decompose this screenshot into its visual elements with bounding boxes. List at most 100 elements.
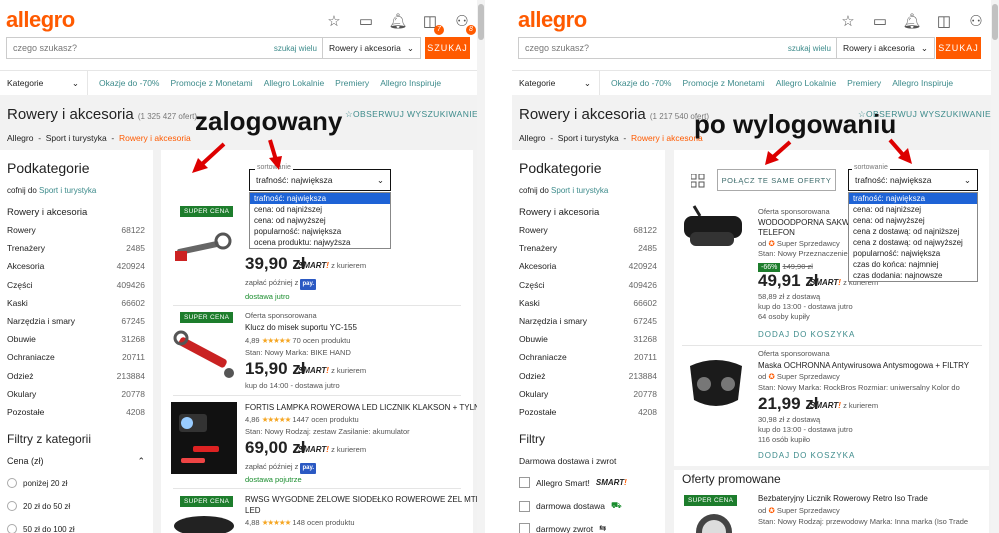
nav-link-deals[interactable]: Okazje do -70% [99, 78, 159, 88]
cart-icon[interactable]: ◫ 7 [421, 12, 444, 35]
category-item[interactable]: Odzież 213884 [7, 371, 145, 389]
sort-option[interactable]: ocena produktu: najwyższa [250, 237, 390, 248]
review-count[interactable]: 70 ocen produktu [292, 336, 350, 345]
cart-icon[interactable]: ◫ [935, 12, 953, 30]
category-item[interactable]: Pozostałe 4208 [519, 407, 657, 425]
sort-option[interactable]: cena z dostawą: od najwyższej [849, 237, 977, 248]
sort-option[interactable]: czas dodania: najnowsze [849, 270, 977, 281]
allegro-logo[interactable]: allegro [518, 7, 587, 33]
scrollbar[interactable] [991, 0, 999, 533]
sort-option[interactable]: cena: od najniższej [849, 204, 977, 215]
nav-link-deals[interactable]: Okazje do -70% [611, 78, 671, 88]
offer-title[interactable]: Bezbateryjny Licznik Rowerowy Retro Iso … [758, 493, 928, 504]
sort-option[interactable]: cena: od najwyższej [250, 215, 390, 226]
grid-view-icon[interactable] [691, 174, 705, 188]
sort-select[interactable]: trafność: największa ⌄ [249, 169, 391, 191]
crumb-current[interactable]: Rowery i akcesoria [631, 133, 703, 143]
review-count[interactable]: 1447 ocen produktu [292, 415, 358, 424]
category-item[interactable]: Kaski 66602 [7, 298, 145, 316]
nav-link-coins[interactable]: Promocje z Monetami [682, 78, 764, 88]
crumb-sport[interactable]: Sport i turystyka [46, 133, 107, 143]
add-to-cart-button[interactable]: DODAJ DO KOSZYKA [758, 451, 855, 460]
categories-menu[interactable]: Kategorie ⌄ [0, 71, 88, 95]
nav-link-inspiration[interactable]: Allegro Inspiruje [380, 78, 441, 88]
scrollbar[interactable] [477, 0, 485, 533]
search-button[interactable]: SZUKAJ [425, 37, 470, 59]
nav-link-coins[interactable]: Promocje z Monetami [170, 78, 252, 88]
offer-title-line2[interactable]: TELEFON [758, 227, 795, 238]
chat-icon[interactable]: ▭ [357, 12, 375, 30]
category-item[interactable]: Okulary 20778 [7, 389, 145, 407]
search-category-select[interactable]: Rowery i akcesoria ⌄ [836, 38, 934, 58]
category-item[interactable]: Narzędzia i smary 67245 [519, 316, 657, 334]
back-link[interactable]: Sport i turystyka [551, 186, 608, 195]
product-image[interactable] [171, 402, 237, 474]
nav-link-local[interactable]: Allegro Lokalnie [776, 78, 836, 88]
product-image[interactable] [686, 510, 742, 533]
user-icon[interactable]: ⚇ 8 [453, 12, 476, 35]
category-item[interactable]: Akcesoria 420924 [519, 261, 657, 279]
category-item[interactable]: Rowery 68122 [7, 225, 145, 243]
sort-option[interactable]: cena: od najwyższej [849, 215, 977, 226]
merge-offers-button[interactable]: POŁĄCZ TE SAME OFERTY [717, 169, 836, 191]
category-item[interactable]: Kaski 66602 [519, 298, 657, 316]
offer-title[interactable]: Klucz do misek suportu YC-155 [245, 322, 357, 333]
sort-option[interactable]: popularność: największa [849, 248, 977, 259]
offer-title[interactable]: Maska OCHRONNA Antywirusowa Antysmogowa … [758, 360, 969, 371]
crumb-allegro[interactable]: Allegro [519, 133, 545, 143]
price-filter-toggle[interactable]: Cena (zł) ⌃ [7, 456, 145, 467]
category-item[interactable]: Trenażery 2485 [519, 243, 657, 261]
nav-link-inspiration[interactable]: Allegro Inspiruje [892, 78, 953, 88]
allegro-logo[interactable]: allegro [6, 7, 75, 33]
category-item[interactable]: Akcesoria 420924 [7, 261, 145, 279]
user-icon[interactable]: ⚇ [967, 12, 985, 30]
sort-option[interactable]: popularność: największa [250, 226, 390, 237]
sort-select[interactable]: trafność: największa ⌄ [848, 169, 978, 191]
sort-option[interactable]: cena: od najniższej [250, 204, 390, 215]
product-image[interactable] [684, 352, 748, 414]
search-many-link[interactable]: szukaj wielu [274, 44, 322, 53]
bell-icon[interactable]: 🔔︎ [902, 12, 921, 30]
offer-title[interactable]: FORTIS LAMPKA ROWEROWA LED LICZNIK KLAKS… [245, 402, 485, 413]
star-icon[interactable]: ☆ [839, 12, 857, 30]
search-many-link[interactable]: szukaj wielu [788, 44, 836, 53]
filter-checkbox[interactable]: darmowy zwrot ⇆ [519, 523, 606, 533]
nav-link-local[interactable]: Allegro Lokalnie [264, 78, 324, 88]
crumb-sport[interactable]: Sport i turystyka [558, 133, 619, 143]
observe-search-button[interactable]: ☆OBSERWUJ WYSZUKIWANIE [345, 109, 478, 120]
crumb-allegro[interactable]: Allegro [7, 133, 33, 143]
category-item[interactable]: Części 409426 [519, 280, 657, 298]
search-category-select[interactable]: Rowery i akcesoria ⌄ [322, 38, 420, 58]
category-item[interactable]: Okulary 20778 [519, 389, 657, 407]
offer-title[interactable]: RWSG WYGODNE ŻELOWE SIODEŁKO ROWEROWE ŻE… [245, 494, 481, 505]
category-item[interactable]: Obuwie 31268 [7, 334, 145, 352]
price-option[interactable]: 20 zł do 50 zł [7, 501, 70, 511]
chat-icon[interactable]: ▭ [871, 12, 889, 30]
back-link[interactable]: Sport i turystyka [39, 186, 96, 195]
sort-option[interactable]: trafność: największa [250, 193, 390, 204]
sort-option[interactable]: cena z dostawą: od najniższej [849, 226, 977, 237]
bell-icon[interactable]: 🔔︎ [388, 12, 407, 30]
price-option[interactable]: poniżej 20 zł [7, 478, 67, 488]
product-image[interactable] [680, 202, 748, 262]
category-item[interactable]: Ochraniacze 20711 [519, 352, 657, 370]
product-image[interactable] [171, 328, 237, 382]
category-item[interactable]: Części 409426 [7, 280, 145, 298]
category-item[interactable]: Ochraniacze 20711 [7, 352, 145, 370]
filter-checkbox[interactable]: darmowa dostawa ⛟ [519, 500, 622, 512]
sort-option[interactable]: czas do końca: najmniej [849, 259, 977, 270]
category-item[interactable]: Rowery 68122 [519, 225, 657, 243]
product-image[interactable] [173, 225, 235, 275]
category-item[interactable]: Trenażery 2485 [7, 243, 145, 261]
product-image[interactable] [171, 512, 237, 533]
nav-link-premieres[interactable]: Premiery [847, 78, 881, 88]
search-button[interactable]: SZUKAJ [936, 37, 981, 59]
price-option[interactable]: 50 zł do 100 zł [7, 524, 75, 533]
star-icon[interactable]: ☆ [325, 12, 343, 30]
category-item[interactable]: Narzędzia i smary 67245 [7, 316, 145, 334]
filter-checkbox[interactable]: Allegro Smart! SMART! [519, 477, 627, 488]
categories-menu[interactable]: Kategorie ⌄ [512, 71, 600, 95]
offer-title-line2[interactable]: LED [245, 505, 261, 516]
review-count[interactable]: 148 ocen produktu [292, 518, 354, 527]
crumb-current[interactable]: Rowery i akcesoria [119, 133, 191, 143]
